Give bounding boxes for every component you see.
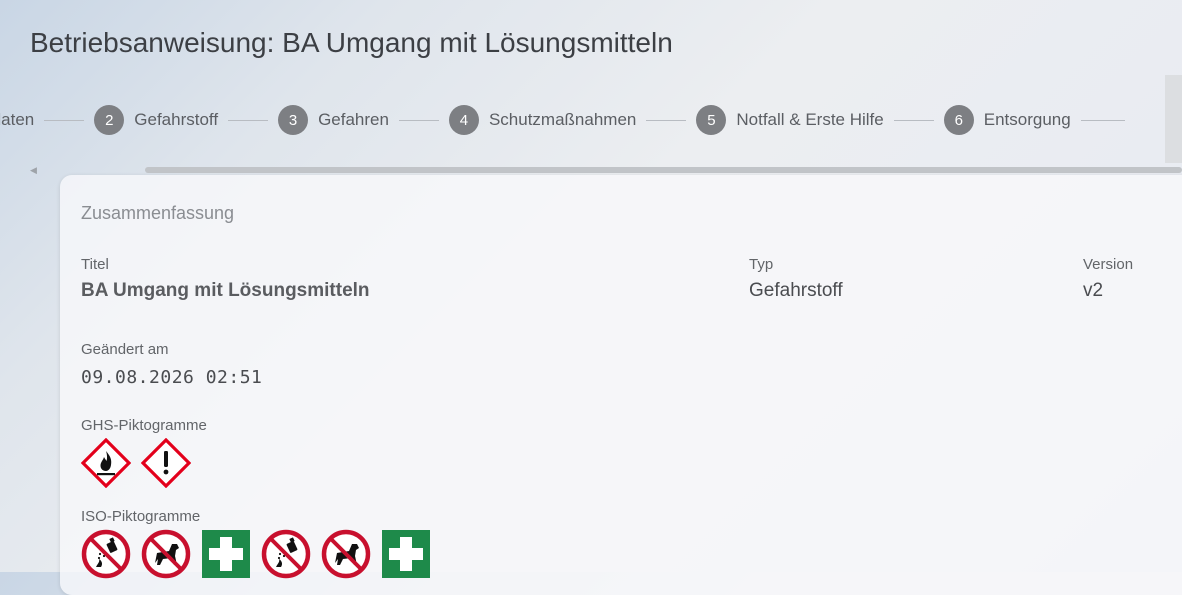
summary-card: Zusammenfassung Titel BA Umgang mit Lösu… [60,175,1182,595]
changed-label: Geändert am [81,341,169,358]
step-5[interactable]: 5 Notfall & Erste Hilfe [696,105,884,135]
step-connector [398,119,439,121]
step-label: Gefahrstoff [134,110,219,129]
ghs-label: GHS-Piktogramme [81,417,207,434]
step-number: 3 [278,105,309,135]
summary-heading: Zusammenfassung [81,203,235,223]
type-value: Gefahrstoff [749,280,843,301]
step-number: 5 [696,105,727,135]
title-value: BA Umgang mit Lösungsmitteln [81,280,370,301]
title-label: Titel [81,256,109,273]
step-1[interactable]: ıdaten [0,110,34,130]
step-label: Schutzmaßnahmen [488,110,637,129]
step-2[interactable]: 2 Gefahrstoff [94,105,218,135]
version-value: v2 [1083,280,1104,301]
iso-label: ISO-Piktogramme [81,508,201,525]
exclamation-icon [141,438,191,488]
step-connector [893,119,934,121]
step-label: Gefahren [318,110,389,129]
stepper: ıdaten 2 Gefahrstoff 3 Gefahren 4 Schutz… [0,104,1165,136]
horizontal-scrollbar-thumb[interactable] [145,167,1182,173]
step-number: 6 [943,105,974,135]
scroll-left-arrow-icon[interactable]: ◀ [30,163,40,177]
changed-value: 09.08.2026 02:51 [81,367,263,388]
step-3[interactable]: 3 Gefahren [278,105,389,135]
stepper-overflow-panel [1165,75,1182,163]
step-connector [646,119,687,121]
step-connector [44,119,85,121]
step-4[interactable]: 4 Schutzmaßnahmen [448,105,637,135]
step-6[interactable]: 6 Entsorgung [943,105,1071,135]
step-number: 2 [94,105,125,135]
step-label: ıdaten [0,110,35,129]
step-label: Entsorgung [983,110,1071,129]
step-connector [1080,119,1125,121]
step-number: 4 [448,105,479,135]
version-label: Version [1083,256,1134,273]
step-label: Notfall & Erste Hilfe [736,110,884,129]
page-title: Betriebsanweisung: BA Umgang mit Lösungs… [30,27,673,58]
step-connector [228,119,269,121]
flame-icon [81,438,131,488]
type-label: Typ [749,256,774,273]
